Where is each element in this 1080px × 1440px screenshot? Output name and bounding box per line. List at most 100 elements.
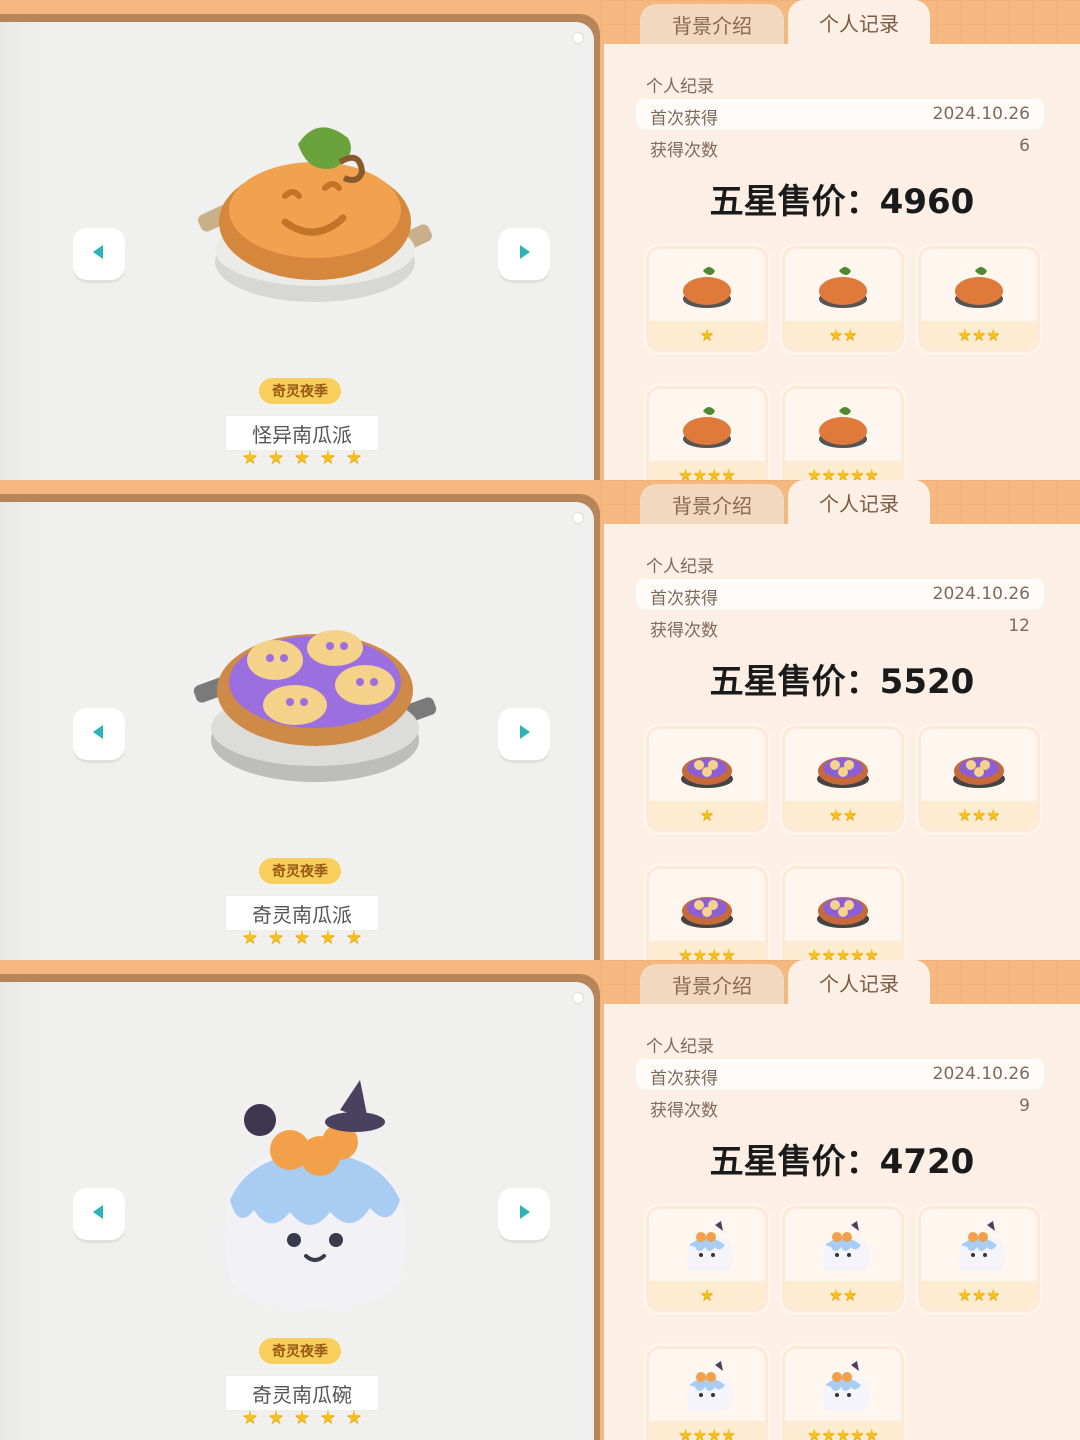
book-spine (0, 502, 44, 960)
variant-stars: ★ ★ (785, 801, 901, 829)
quality-variant-1-star[interactable]: ★ (646, 1206, 768, 1312)
quality-variant-4-star[interactable]: ★ ★ ★ ★ (646, 1346, 768, 1440)
quality-variant-3-star[interactable]: ★ ★ ★ (918, 726, 1040, 832)
quality-variant-2-star[interactable]: ★ ★ (782, 246, 904, 352)
quality-variant-2-star[interactable]: ★ ★ (782, 726, 904, 832)
tab-personal-record[interactable]: 个人记录 (788, 960, 930, 1004)
first-obtained-label: 首次获得 (650, 109, 718, 129)
star-icon: ★ (986, 805, 1001, 824)
star-icon: ★ (957, 805, 972, 824)
quality-variant-4-star[interactable]: ★ ★ ★ ★ (646, 386, 768, 480)
star-icon: ★ (807, 945, 822, 960)
variant-stars: ★ ★ (785, 321, 901, 349)
next-dish-button[interactable] (498, 1188, 550, 1240)
ghost-pie-icon (190, 590, 440, 800)
prev-dish-button[interactable] (73, 708, 125, 760)
dish-rating-stars: ★ ★ ★ ★ ★ (242, 1408, 362, 1428)
star-icon: ★ (986, 325, 1001, 344)
ghost-cake-icon (190, 1080, 440, 1330)
arrow-right-icon (515, 723, 533, 745)
quality-variant-5-star[interactable]: ★ ★ ★ ★ ★ (782, 866, 904, 960)
tab-background[interactable]: 背景介绍 (640, 484, 784, 524)
dish-rating-stars: ★ ★ ★ ★ ★ (242, 448, 362, 468)
star-icon: ★ (721, 465, 736, 480)
tab-personal-record[interactable]: 个人记录 (788, 480, 930, 524)
record-page: 个人纪录 首次获得 2024.10.26 获得次数 6 五星售价：4960 ★ (604, 44, 1080, 480)
tab-background[interactable]: 背景介绍 (640, 4, 784, 44)
times-obtained-row: 获得次数 6 (636, 131, 1044, 161)
star-icon: ★ (850, 465, 865, 480)
quality-variant-3-star[interactable]: ★ ★ ★ (918, 246, 1040, 352)
star-icon: ★ (850, 945, 865, 960)
star-icon: ★ (678, 1425, 693, 1440)
variant-stars: ★ ★ ★ ★ ★ (785, 1421, 901, 1440)
season-badge: 奇灵夜季 (259, 378, 341, 404)
quality-variant-1-star[interactable]: ★ (646, 726, 768, 832)
variant-stars: ★ ★ ★ (921, 321, 1037, 349)
first-obtained-label: 首次获得 (650, 589, 718, 609)
first-obtained-row: 首次获得 2024.10.26 (636, 1059, 1044, 1089)
star-icon: ★ (692, 1425, 707, 1440)
dish-panel: 奇灵夜季 奇灵南瓜派 ★ ★ ★ ★ ★ 背景介绍 个人记录 个人纪录 首次获得 202… (0, 480, 1080, 960)
quality-variant-5-star[interactable]: ★ ★ ★ ★ ★ (782, 1346, 904, 1440)
arrow-left-icon (90, 1203, 108, 1225)
variant-stars: ★ ★ ★ (921, 1281, 1037, 1309)
record-page: 个人纪录 首次获得 2024.10.26 获得次数 9 五星售价：4720 ★ (604, 1004, 1080, 1440)
star-icon: ★ (242, 1407, 259, 1428)
star-icon: ★ (850, 1425, 865, 1440)
first-obtained-value: 2024.10.26 (932, 584, 1030, 604)
five-star-price: 五星售价：5520 (709, 662, 975, 702)
times-obtained-value: 6 (1019, 136, 1030, 156)
first-obtained-value: 2024.10.26 (932, 1064, 1030, 1084)
dish-panel: 奇灵夜季 奇灵南瓜碗 ★ ★ ★ ★ ★ 背景介绍 个人记录 个人纪录 首次获得 202… (0, 960, 1080, 1440)
times-obtained-label: 获得次数 (650, 1101, 718, 1121)
ghost-pie-thumb-icon (677, 881, 737, 935)
quality-variant-5-star[interactable]: ★ ★ ★ ★ ★ (782, 386, 904, 480)
star-icon: ★ (843, 325, 858, 344)
star-icon: ★ (242, 927, 259, 948)
tab-personal-record[interactable]: 个人记录 (788, 0, 930, 44)
book-spine (0, 982, 44, 1440)
book-spine (0, 22, 44, 480)
quality-variant-1-star[interactable]: ★ (646, 246, 768, 352)
corner-pin (572, 32, 584, 44)
ghost-cake-thumb-icon (813, 1221, 873, 1275)
star-icon: ★ (821, 945, 836, 960)
ghost-cake-thumb-icon (813, 1361, 873, 1415)
star-icon: ★ (807, 465, 822, 480)
star-icon: ★ (319, 1407, 336, 1428)
star-icon: ★ (267, 927, 285, 948)
star-icon: ★ (821, 465, 836, 480)
star-icon: ★ (293, 447, 311, 468)
arrow-left-icon (90, 723, 108, 745)
ghost-pie-thumb-icon (949, 741, 1009, 795)
prev-dish-button[interactable] (73, 228, 125, 280)
ghost-cake-thumb-icon (677, 1221, 737, 1275)
record-heading: 个人纪录 (646, 77, 714, 97)
star-icon: ★ (843, 805, 858, 824)
variant-stars: ★ ★ ★ ★ ★ (785, 941, 901, 960)
star-icon: ★ (707, 1425, 722, 1440)
star-icon: ★ (707, 465, 722, 480)
star-icon: ★ (971, 1285, 987, 1304)
quality-variant-2-star[interactable]: ★ ★ (782, 1206, 904, 1312)
star-icon: ★ (807, 1425, 822, 1440)
times-obtained-row: 获得次数 9 (636, 1091, 1044, 1121)
first-obtained-row: 首次获得 2024.10.26 (636, 579, 1044, 609)
tab-background[interactable]: 背景介绍 (640, 964, 784, 1004)
star-icon: ★ (821, 1425, 836, 1440)
star-icon: ★ (864, 945, 879, 960)
quality-variant-4-star[interactable]: ★ ★ ★ ★ (646, 866, 768, 960)
star-icon: ★ (699, 1285, 715, 1304)
next-dish-button[interactable] (498, 708, 550, 760)
pumpkin-pie-thumb-icon (813, 401, 873, 455)
next-dish-button[interactable] (498, 228, 550, 280)
dish-rating-stars: ★ ★ ★ ★ ★ (242, 928, 362, 948)
variant-stars: ★ ★ ★ ★ ★ (785, 461, 901, 480)
quality-variant-3-star[interactable]: ★ ★ ★ (918, 1206, 1040, 1312)
first-obtained-value: 2024.10.26 (932, 104, 1030, 124)
prev-dish-button[interactable] (73, 1188, 125, 1240)
star-icon: ★ (828, 805, 843, 824)
star-icon: ★ (319, 927, 336, 948)
star-icon: ★ (293, 927, 311, 948)
